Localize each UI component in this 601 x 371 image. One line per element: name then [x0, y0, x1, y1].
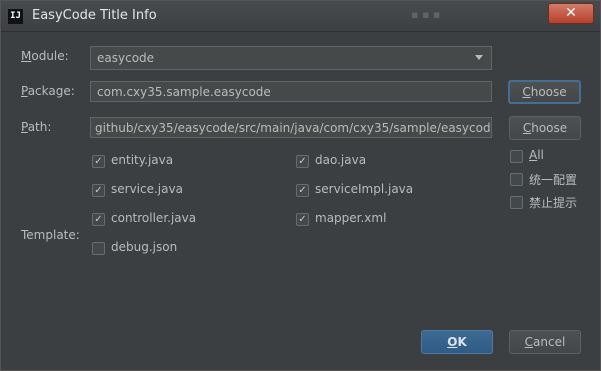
template-label-dao: dao.java: [315, 153, 367, 167]
chevron-down-icon: [475, 55, 483, 60]
option-label-unified-config: 统一配置: [529, 173, 578, 187]
path-field-value: github/cxy35/easycode/src/main/java/com/…: [95, 121, 492, 135]
package-label: Package:: [21, 84, 75, 98]
module-label: Module:: [21, 49, 69, 63]
close-icon: ✕: [565, 5, 577, 21]
option-label-all: All: [529, 148, 544, 162]
checkbox-icon: ✓: [92, 184, 105, 197]
template-label-entity: entity.java: [111, 153, 174, 167]
dialog-window: IJ EasyCode Title Info ▪ ▪ ▪ ✕ Module: e…: [0, 0, 601, 371]
checkbox-icon: ✓: [92, 155, 105, 168]
checkbox-icon: [510, 173, 523, 186]
package-choose-button[interactable]: Choose: [508, 80, 581, 104]
template-label-mapper: mapper.xml: [315, 211, 387, 225]
checkbox-icon: ✓: [296, 155, 309, 168]
path-choose-button[interactable]: Choose: [509, 116, 581, 140]
checkbox-icon: ✓: [296, 184, 309, 197]
checkbox-icon: [92, 242, 105, 255]
option-label-no-prompt: 禁止提示: [529, 196, 578, 210]
cancel-button[interactable]: Cancel: [509, 330, 581, 354]
title-bar[interactable]: IJ EasyCode Title Info ▪ ▪ ▪ ✕: [1, 1, 600, 32]
path-label: Path:: [21, 120, 52, 134]
package-field-value: com.cxy35.sample.easycode: [97, 85, 271, 99]
template-label-serviceimpl: serviceImpl.java: [315, 182, 414, 196]
background-window-text: ▪ ▪ ▪: [411, 8, 441, 21]
template-label-debug: debug.json: [111, 240, 178, 254]
package-field[interactable]: com.cxy35.sample.easycode: [90, 81, 492, 102]
template-label-service: service.java: [111, 182, 183, 196]
checkbox-icon: ✓: [296, 213, 309, 226]
template-label: Template:: [21, 228, 80, 242]
close-button[interactable]: ✕: [548, 3, 594, 24]
module-select[interactable]: easycode: [90, 46, 492, 70]
ok-button[interactable]: OK: [421, 330, 493, 354]
template-label-controller: controller.java: [111, 211, 197, 225]
checkbox-icon: [510, 196, 523, 209]
dialog-title: EasyCode Title Info: [32, 8, 157, 23]
checkbox-icon: [510, 150, 523, 163]
intellij-app-icon: IJ: [8, 9, 23, 24]
checkbox-icon: ✓: [92, 213, 105, 226]
module-select-value: easycode: [97, 51, 155, 65]
path-field[interactable]: github/cxy35/easycode/src/main/java/com/…: [90, 117, 492, 138]
